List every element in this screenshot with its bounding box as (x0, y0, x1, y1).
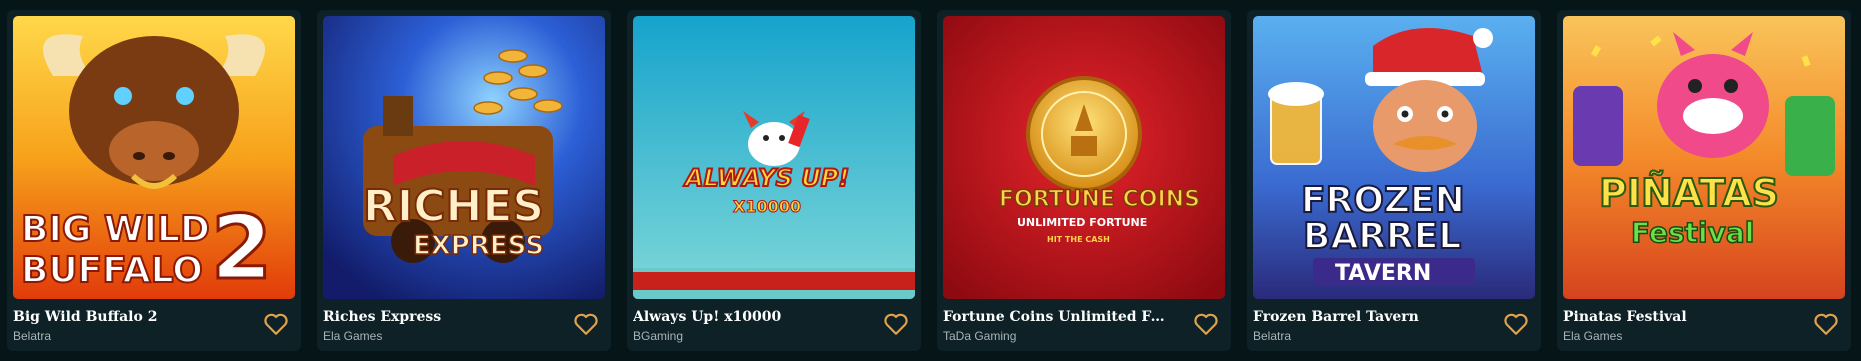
game-card[interactable]: ALWAYS UP! X10000 Always Up! x10000 BGam… (627, 10, 921, 351)
game-artwork: FORTUNE COINS UNLIMITED FORTUNE HIT THE … (943, 16, 1225, 299)
game-thumbnail[interactable]: ALWAYS UP! X10000 (633, 16, 915, 299)
game-thumbnail[interactable]: RICHES EXPRESS (323, 16, 605, 299)
game-title[interactable]: Frozen Barrel Tavern (1253, 308, 1483, 326)
favorite-button[interactable] (1813, 312, 1839, 336)
art-line2: X10000 (733, 197, 801, 216)
game-card[interactable]: FROZEN BARREL TAVERN Frozen Barrel Taver… (1247, 10, 1541, 351)
game-title[interactable]: Always Up! x10000 (633, 308, 863, 326)
game-artwork: FROZEN BARREL TAVERN (1253, 16, 1535, 299)
game-card[interactable]: FORTUNE COINS UNLIMITED FORTUNE HIT THE … (937, 10, 1231, 351)
game-provider: Ela Games (1563, 329, 1623, 343)
game-provider: Ela Games (323, 329, 383, 343)
favorite-button[interactable] (573, 312, 599, 336)
art-line1: ALWAYS UP! (683, 164, 849, 192)
art-line2: UNLIMITED FORTUNE (1017, 216, 1147, 229)
heart-icon (574, 313, 598, 335)
heart-icon (1194, 313, 1218, 335)
favorite-button[interactable] (1503, 312, 1529, 336)
game-title[interactable]: Fortune Coins Unlimited Fortu... (943, 308, 1173, 326)
art-line2: EXPRESS (413, 231, 544, 261)
game-thumbnail[interactable]: BIG WILD BUFFALO 2 (13, 16, 295, 299)
art-line1: RICHES (363, 181, 544, 232)
game-provider: Belatra (13, 329, 52, 343)
favorite-button[interactable] (883, 312, 909, 336)
game-provider: TaDa Gaming (943, 329, 1017, 343)
game-artwork: BIG WILD BUFFALO 2 (13, 16, 295, 299)
game-provider: BGaming (633, 329, 684, 343)
art-line2: BARREL (1303, 216, 1461, 257)
game-thumbnail[interactable]: PIÑATAS Festival (1563, 16, 1845, 299)
game-title[interactable]: Pinatas Festival (1563, 308, 1793, 326)
art-line1: BIG WILD (21, 209, 210, 250)
game-grid: BIG WILD BUFFALO 2 Big Wild Buffalo 2 Be… (0, 0, 1861, 361)
art-line1: FROZEN (1301, 180, 1465, 221)
game-card[interactable]: BIG WILD BUFFALO 2 Big Wild Buffalo 2 Be… (7, 10, 301, 351)
game-thumbnail[interactable]: FORTUNE COINS UNLIMITED FORTUNE HIT THE … (943, 16, 1225, 299)
heart-icon (884, 313, 908, 335)
art-line1: FORTUNE COINS (999, 187, 1200, 212)
game-artwork: ALWAYS UP! X10000 (633, 16, 915, 299)
game-artwork: RICHES EXPRESS (323, 16, 605, 299)
art-line2: Festival (1631, 216, 1754, 249)
art-line3: HIT THE CASH (1047, 235, 1110, 244)
game-artwork: PIÑATAS Festival (1563, 16, 1845, 299)
game-card[interactable]: RICHES EXPRESS Riches Express Ela Games (317, 10, 611, 351)
art-line1: PIÑATAS (1599, 171, 1779, 215)
game-card[interactable]: PIÑATAS Festival Pinatas Festival Ela Ga… (1557, 10, 1851, 351)
game-title[interactable]: Big Wild Buffalo 2 (13, 308, 243, 326)
art-line2: BUFFALO (21, 250, 203, 291)
art-number: 2 (211, 196, 272, 299)
favorite-button[interactable] (1193, 312, 1219, 336)
heart-icon (1504, 313, 1528, 335)
game-thumbnail[interactable]: FROZEN BARREL TAVERN (1253, 16, 1535, 299)
art-line3: TAVERN (1335, 261, 1431, 286)
heart-icon (1814, 313, 1838, 335)
game-title[interactable]: Riches Express (323, 308, 553, 326)
favorite-button[interactable] (263, 312, 289, 336)
heart-icon (264, 313, 288, 335)
game-provider: Belatra (1253, 329, 1292, 343)
